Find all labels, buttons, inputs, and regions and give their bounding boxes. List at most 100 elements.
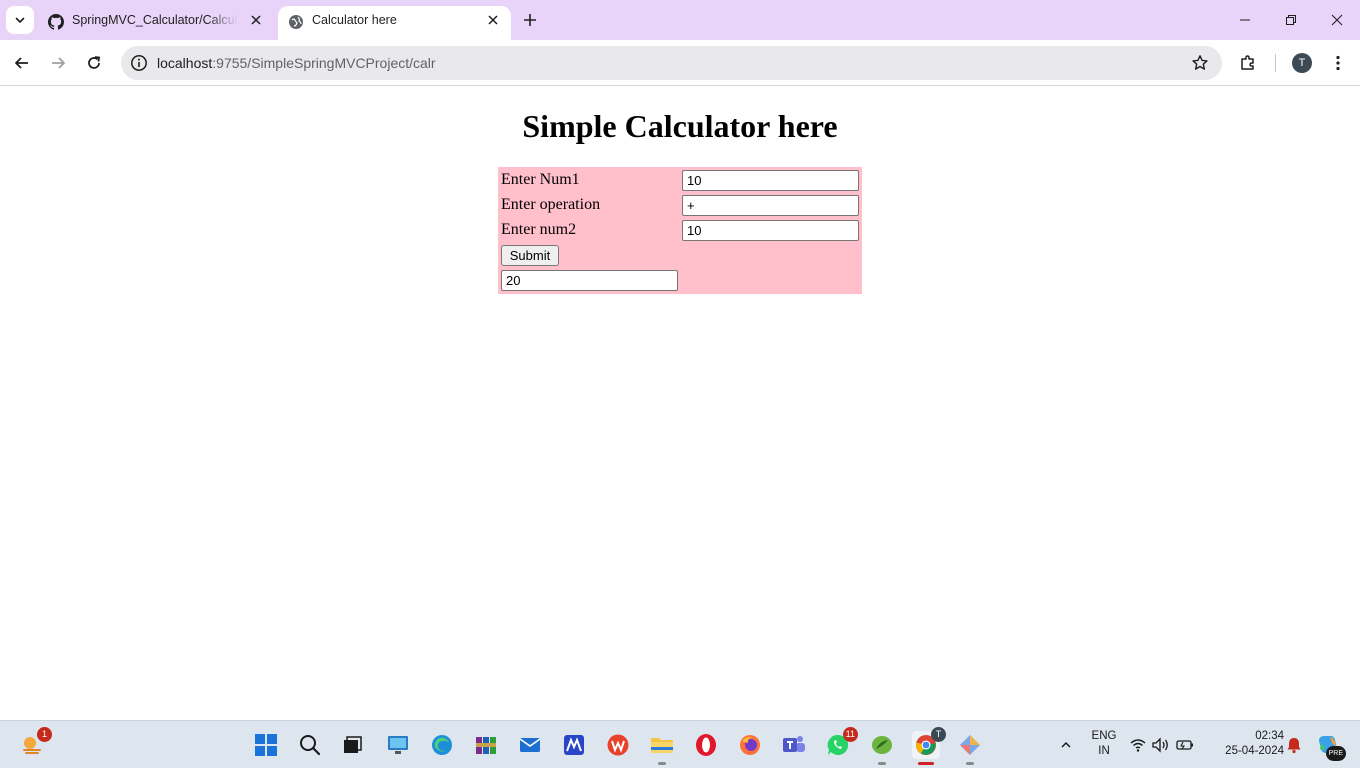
- windows-taskbar: 1 11 T ENG IN 02:34 25-04-2024 PRE: [0, 720, 1360, 768]
- submit-button[interactable]: Submit: [501, 245, 559, 266]
- toolbar-divider: [1275, 54, 1276, 72]
- app-logo-icon: [564, 735, 584, 755]
- search-button[interactable]: [296, 731, 324, 759]
- language-indicator[interactable]: ENG IN: [1088, 729, 1120, 759]
- taskbar-app-whatsapp[interactable]: 11: [824, 727, 858, 759]
- arrow-left-icon: [15, 57, 28, 69]
- page-title: Simple Calculator here: [522, 108, 838, 144]
- taskbar-app-mathpix[interactable]: [560, 731, 588, 759]
- task-view-button[interactable]: [338, 731, 366, 759]
- notifications-button[interactable]: [1280, 731, 1308, 759]
- restore-button[interactable]: [1268, 4, 1314, 36]
- app-diamond-icon: [960, 735, 980, 755]
- globe-icon: [289, 15, 303, 29]
- language-code: ENG: [1091, 730, 1117, 742]
- url-host: localhost: [157, 55, 213, 71]
- folder-icon: [651, 738, 673, 753]
- search-icon: [300, 735, 321, 756]
- web-page: Simple Calculator here Enter Num1 Enter …: [0, 87, 1360, 720]
- taskbar-app-winrar[interactable]: [472, 731, 500, 759]
- operation-input[interactable]: [682, 195, 859, 216]
- close-icon: [1331, 14, 1343, 26]
- minimize-icon: [1240, 19, 1250, 21]
- running-indicator: [918, 762, 934, 765]
- running-indicator: [658, 762, 666, 765]
- operation-label: Enter operation: [501, 196, 601, 213]
- taskbar-app-desktop[interactable]: [384, 731, 412, 759]
- extensions-icon[interactable]: [1234, 49, 1262, 77]
- quick-settings-button[interactable]: [1128, 731, 1196, 759]
- mail-icon: [519, 738, 541, 752]
- forward-button[interactable]: [44, 49, 72, 77]
- edge-browser-icon: [432, 735, 452, 755]
- close-icon[interactable]: [485, 12, 501, 28]
- url-text[interactable]: localhost:9755/SimpleSpringMVCProject/ca…: [157, 46, 436, 80]
- windows-logo-icon: [255, 734, 277, 756]
- bell-icon: [1287, 738, 1301, 754]
- spring-leaf-icon: [872, 736, 892, 754]
- close-icon[interactable]: [248, 12, 264, 28]
- clock-date: 25-04-2024: [1225, 745, 1284, 757]
- reload-button[interactable]: [80, 49, 108, 77]
- result-field[interactable]: [501, 270, 678, 291]
- reload-icon: [88, 56, 101, 69]
- num1-input[interactable]: [682, 170, 859, 191]
- tab-title: SpringMVC_Calculator/Calcula: [72, 13, 238, 27]
- clock-time: 02:34: [1255, 730, 1284, 742]
- preview-badge: PRE: [1325, 746, 1346, 761]
- browser-tab-strip: SpringMVC_Calculator/Calcula Calculator …: [0, 0, 1360, 40]
- region-code: IN: [1098, 745, 1110, 757]
- start-button[interactable]: [252, 731, 280, 759]
- github-icon: [48, 14, 64, 30]
- opera-browser-icon: [696, 734, 716, 756]
- tab-github[interactable]: SpringMVC_Calculator/Calcula: [38, 6, 274, 40]
- taskbar-app-spring-tool-suite[interactable]: [868, 731, 896, 765]
- copilot-button[interactable]: PRE: [1314, 731, 1346, 761]
- teams-icon: [783, 736, 805, 752]
- taskbar-app-chrome[interactable]: T: [912, 727, 946, 765]
- widgets-button[interactable]: 1: [18, 727, 52, 759]
- back-button[interactable]: [8, 49, 36, 77]
- num2-label: Enter num2: [501, 221, 577, 238]
- minimize-button[interactable]: [1222, 4, 1268, 36]
- taskbar-app-opera[interactable]: [692, 731, 720, 759]
- chevron-up-icon: [1061, 741, 1071, 748]
- running-indicator: [966, 762, 974, 765]
- num1-label: Enter Num1: [501, 171, 580, 188]
- taskbar-app-file-explorer[interactable]: [648, 731, 676, 765]
- taskbar-app-teams[interactable]: [780, 731, 808, 759]
- wps-office-icon: [607, 734, 629, 756]
- restore-icon: [1286, 15, 1296, 25]
- num2-input[interactable]: [682, 220, 859, 241]
- wifi-icon: [1130, 739, 1146, 752]
- archive-books-icon: [476, 737, 496, 754]
- notification-badge: 11: [842, 727, 858, 742]
- plus-icon: [524, 14, 536, 26]
- taskbar-app-edge[interactable]: [428, 731, 456, 759]
- taskbar-app-gitkraken[interactable]: [956, 731, 984, 765]
- arrow-right-icon: [52, 57, 65, 69]
- notification-badge: 1: [37, 727, 52, 742]
- chevron-down-icon: [15, 17, 25, 23]
- show-hidden-icons-button[interactable]: [1052, 731, 1080, 759]
- running-indicator: [878, 762, 886, 765]
- volume-icon: [1152, 737, 1168, 753]
- taskbar-app-mail[interactable]: [516, 731, 544, 759]
- profile-avatar[interactable]: T: [1292, 53, 1312, 73]
- task-view-icon: [344, 736, 362, 753]
- site-info-icon[interactable]: [129, 53, 149, 73]
- browser-toolbar: localhost:9755/SimpleSpringMVCProject/ca…: [0, 40, 1360, 86]
- monitor-icon: [388, 736, 408, 754]
- kebab-menu-icon[interactable]: [1324, 49, 1352, 77]
- bookmark-star-icon[interactable]: [1190, 53, 1210, 73]
- battery-icon: [1176, 740, 1193, 750]
- tab-search-button[interactable]: [6, 6, 34, 34]
- tab-calculator[interactable]: Calculator here: [278, 6, 511, 40]
- new-tab-button[interactable]: [518, 8, 542, 32]
- taskbar-app-firefox[interactable]: [736, 731, 764, 759]
- clock[interactable]: 02:34 25-04-2024: [1208, 729, 1284, 759]
- address-bar[interactable]: localhost:9755/SimpleSpringMVCProject/ca…: [121, 46, 1222, 80]
- close-window-button[interactable]: [1314, 4, 1360, 36]
- url-path: :9755/SimpleSpringMVCProject/calr: [212, 55, 436, 71]
- taskbar-app-wps[interactable]: [604, 731, 632, 759]
